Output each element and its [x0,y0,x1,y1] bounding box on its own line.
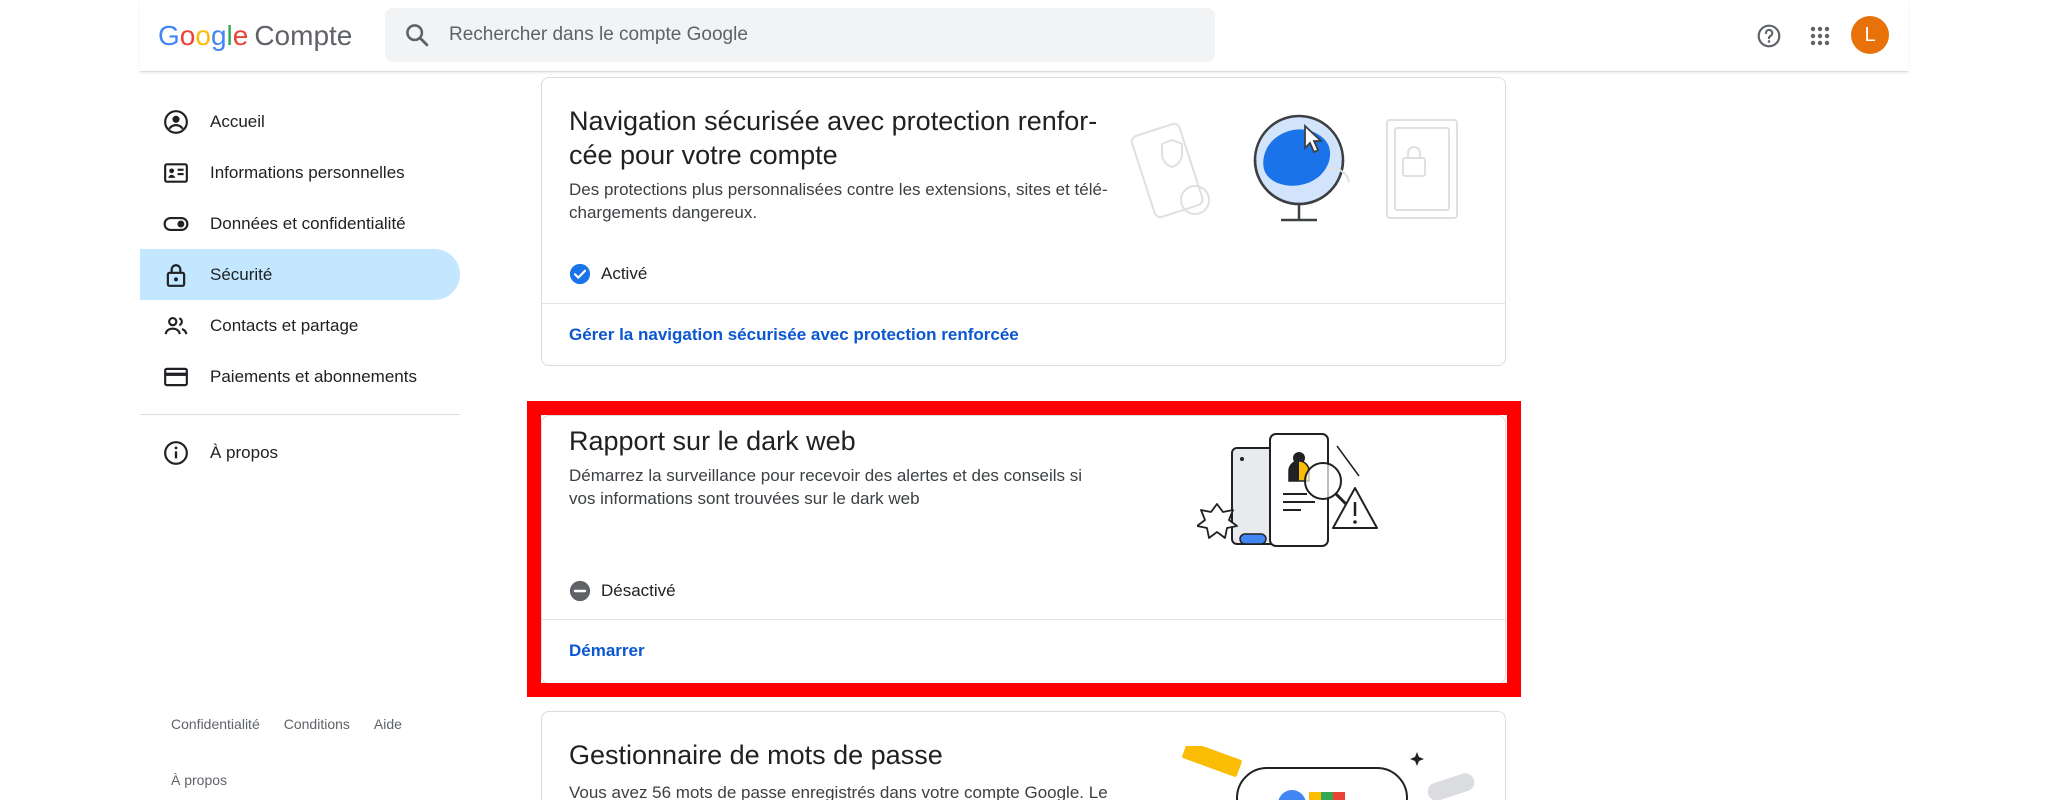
sidebar-nav: Accueil Informations personnelles Donnée… [140,96,460,478]
status-inactive: Désactivé [569,580,676,602]
footer-links: Confidentialité Conditions Aide [171,716,426,732]
google-account-logo[interactable]: Google Compte [158,18,352,54]
logo-letter: o [195,20,211,51]
toggle-icon [163,216,189,232]
product-name: Compte [254,20,353,51]
sidebar-item-label: À propos [210,442,279,462]
account-circle-icon [164,110,188,134]
start-monitoring-link[interactable]: Démarrer [569,641,645,661]
sidebar-item-accueil[interactable]: Accueil [140,96,460,147]
status-label: Désactivé [601,581,676,600]
password-manager-illustration [1182,746,1475,800]
card-divider [542,303,1505,304]
logo-letter: e [232,20,249,51]
sidebar-item-label: Informations personnelles [210,162,405,182]
status-label: Activé [601,264,648,283]
search-icon[interactable] [403,21,431,49]
footer-link-conditions[interactable]: Conditions [284,716,350,732]
info-icon [164,441,188,465]
credit-card-icon [164,367,188,387]
search-input[interactable] [449,16,1189,54]
card-description: Des protections plus personnalisées cont… [569,180,1108,222]
top-app-bar: GoogleCompte L [140,0,1908,72]
card-title: Navigation sécurisée avec protection ren… [569,106,1098,170]
card-safe-browsing: Navigation sécurisée avec protection ren… [541,77,1506,366]
sidebar-item-label: Données et confidentialité [210,213,406,233]
apps-grid-icon [1810,26,1830,46]
logo-letter: o [179,20,196,51]
card-title: Gestionnaire de mots de passe [569,740,943,770]
sidebar-item-securite[interactable]: Sécurité [140,249,460,300]
minus-circle-icon [569,580,591,602]
card-description: Démarrez la surveillance pour recevoir d… [569,466,1083,508]
safe-browsing-illustration [1130,114,1458,222]
card-password-manager: Gestionnaire de mots de passe Vous avez … [541,711,1506,800]
sidebar-item-a-propos[interactable]: À propos [140,427,460,478]
dark-web-illustration [1197,433,1378,547]
people-icon [164,317,188,335]
help-circle-icon [1757,24,1781,48]
lock-icon [166,264,186,287]
sidebar-divider [140,414,460,415]
check-circle-icon [569,263,591,285]
sidebar-item-informations-personnelles[interactable]: Informations personnelles [140,147,460,198]
footer-link-confidentialite[interactable]: Confidentialité [171,716,260,732]
card-description: Vous avez 56 mots de passe enregistrés d… [569,783,1108,800]
avatar[interactable]: L [1851,16,1889,54]
logo-letter: G [158,20,180,51]
sidebar-item-donnees-confidentialite[interactable]: Données et confidentialité [140,198,460,249]
sidebar-item-paiements-abonnements[interactable]: Paiements et abonnements [140,351,460,402]
sidebar-item-label: Contacts et partage [210,315,359,335]
card-title: Rapport sur le dark web [569,426,856,456]
manage-safe-browsing-link[interactable]: Gérer la navigation sécurisée avec prote… [569,325,1019,345]
sidebar-item-label: Sécurité [210,264,273,284]
footer-link-aide[interactable]: Aide [374,716,402,732]
sidebar-item-label: Paiements et abonnements [210,366,417,386]
sidebar-item-label: Accueil [210,111,265,131]
apps-button[interactable] [1800,16,1840,56]
logo-letter: g [210,20,227,51]
footer-link-a-propos[interactable]: À propos [171,772,227,788]
help-button[interactable] [1749,16,1789,56]
sidebar-item-contacts-partage[interactable]: Contacts et partage [140,300,460,351]
search-bar[interactable] [385,8,1215,62]
card-divider [542,619,1505,620]
status-active: Activé [569,263,647,285]
id-card-icon [164,163,188,183]
card-dark-web-report: Rapport sur le dark web Démarrez la surv… [541,415,1506,684]
